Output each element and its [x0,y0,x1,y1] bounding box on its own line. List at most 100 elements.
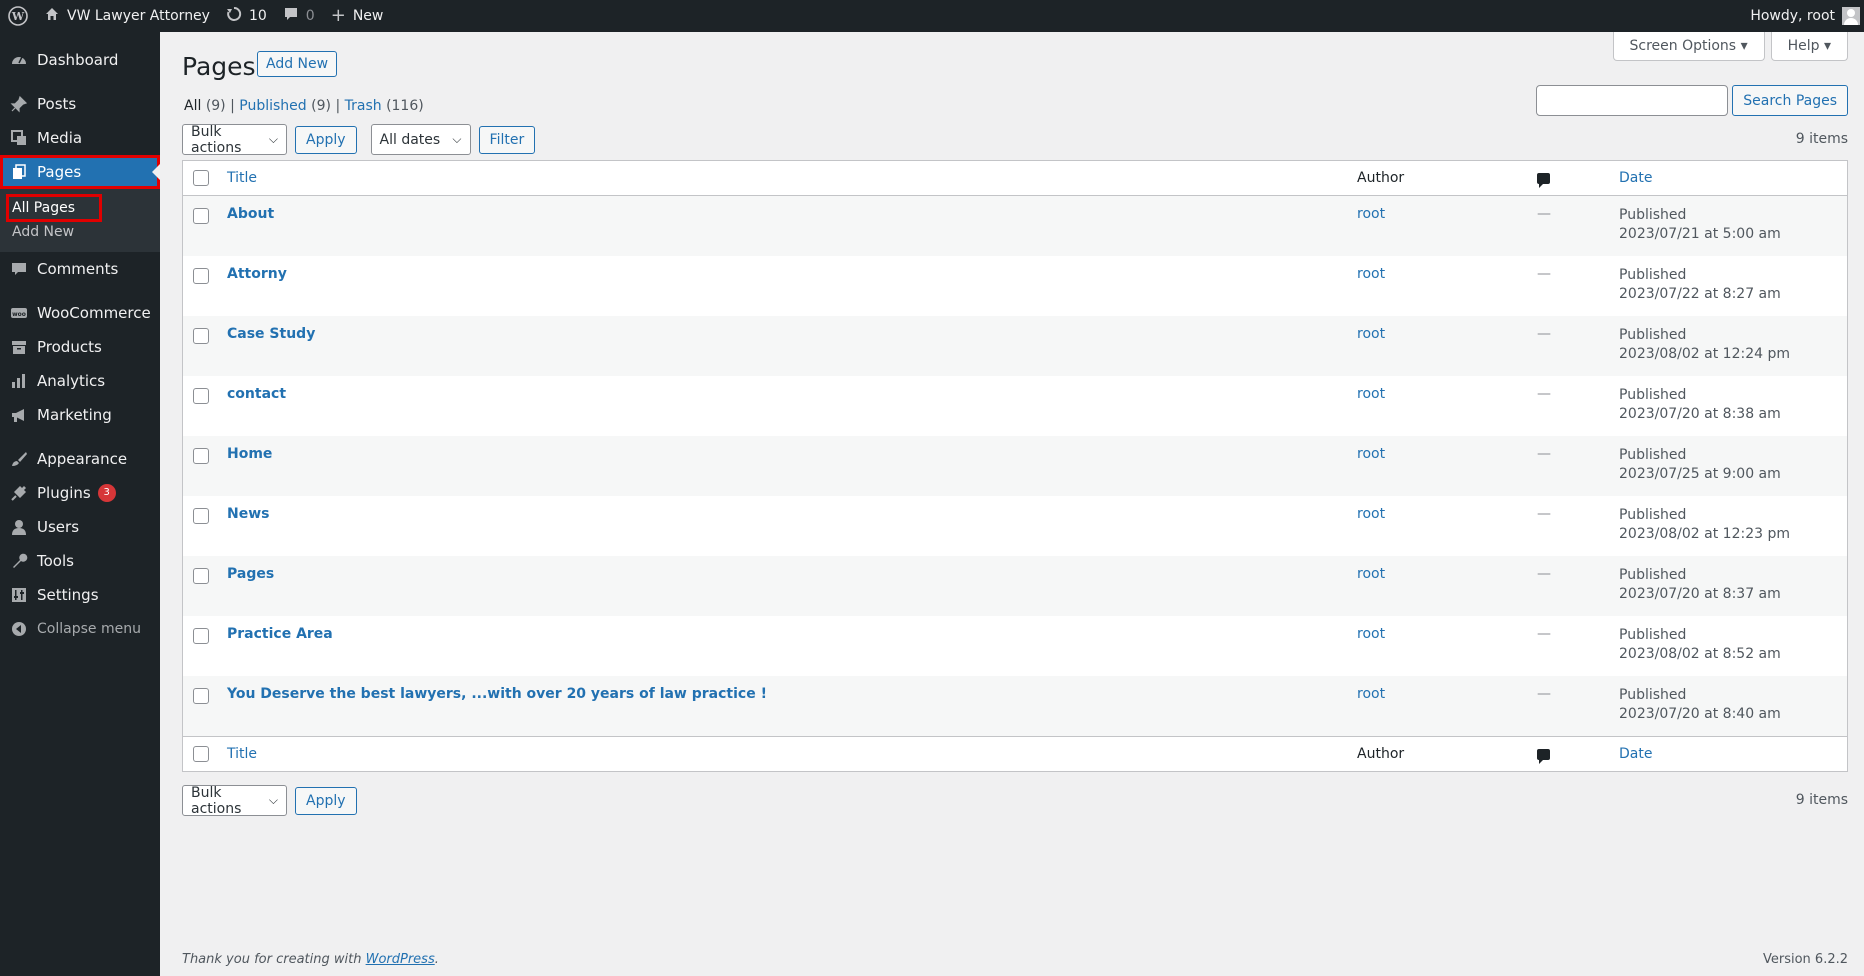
main-content: Screen Options ▾ Help ▾ Pages Add New Al… [160,32,1864,976]
page-title-link[interactable]: Pages [227,566,274,582]
submenu-all-pages[interactable]: All Pages [6,194,102,222]
updates-icon [226,6,242,26]
apply-button[interactable]: Apply [295,125,357,154]
row-checkbox[interactable] [193,208,209,224]
comments-link[interactable]: 0 [275,0,323,32]
sidebar-item-comments[interactable]: Comments [0,252,160,286]
sidebar-item-users[interactable]: Users [0,510,160,544]
page-date: 2023/08/02 at 12:23 pm [1619,526,1790,542]
row-checkbox[interactable] [193,688,209,704]
author-link[interactable]: root [1357,566,1385,582]
collapse-menu-label: Collapse menu [37,621,141,637]
bulk-actions-select-bottom[interactable]: Bulk actions ⌵ [182,785,287,817]
wordpress-link[interactable]: WordPress [366,952,435,967]
filter-published-link[interactable]: Published (9) [239,98,331,114]
row-checkbox[interactable] [193,328,209,344]
filter-all-link[interactable]: All (9) [184,98,226,114]
page-title-link[interactable]: Attorny [227,266,287,282]
title-column-footer[interactable]: Title [227,746,257,762]
plugins-update-badge: 3 [97,484,116,502]
add-new-page-button[interactable]: Add New [257,51,338,77]
my-account-link[interactable]: Howdy, root [1742,0,1864,32]
sidebar-item-tools[interactable]: Tools [0,544,160,578]
sidebar-item-settings[interactable]: Settings [0,578,160,612]
sidebar-item-appearance[interactable]: Appearance [0,442,160,476]
paintbrush-icon [9,449,29,469]
author-link[interactable]: root [1357,506,1385,522]
howdy-text: Howdy, root [1750,8,1835,24]
screen-options-button[interactable]: Screen Options ▾ [1612,32,1765,61]
bulk-actions-value: Bulk actions [191,123,242,156]
filter-trash-link[interactable]: Trash (116) [345,98,424,114]
help-button[interactable]: Help ▾ [1770,32,1848,61]
sidebar-item-woocommerce[interactable]: woo WooCommerce [0,296,160,330]
table-header-row: Title Author Date [183,161,1847,196]
chevron-down-icon: ⌵ [268,132,278,146]
collapse-arrow-icon [9,619,29,639]
title-column-header[interactable]: Title [227,170,257,186]
pushpin-icon [9,94,29,114]
page-title-link[interactable]: Case Study [227,326,315,342]
search-pages-button[interactable]: Search Pages [1732,85,1848,116]
dates-filter-select[interactable]: All dates ⌵ [370,124,471,155]
author-link[interactable]: root [1357,266,1385,282]
author-link[interactable]: root [1357,446,1385,462]
collapse-menu-button[interactable]: Collapse menu [0,612,160,646]
updates-count: 10 [248,8,267,24]
author-link[interactable]: root [1357,326,1385,342]
sidebar-item-label: Appearance [37,450,128,468]
plug-icon [9,483,29,503]
page-status: Published [1619,387,1687,403]
wordpress-logo-icon[interactable]: W [0,0,36,32]
row-checkbox[interactable] [193,568,209,584]
author-link[interactable]: root [1357,626,1385,642]
date-column-header[interactable]: Date [1619,170,1652,186]
search-input[interactable] [1536,85,1729,116]
author-column-header: Author [1357,170,1405,186]
sidebar-item-posts[interactable]: Posts [0,87,160,121]
page-title-link[interactable]: About [227,206,274,222]
filter-all-label: All [184,98,202,114]
comments-column-icon[interactable] [1537,748,1550,764]
date-column-footer[interactable]: Date [1619,746,1652,762]
filter-button[interactable]: Filter [478,125,536,154]
author-link[interactable]: root [1357,686,1385,702]
page-title-link[interactable]: News [227,506,269,522]
sidebar-item-plugins[interactable]: Plugins 3 [0,476,160,510]
page-title-link[interactable]: Home [227,446,272,462]
chevron-down-icon: ⌵ [268,793,278,807]
author-link[interactable]: root [1357,206,1385,222]
page-status: Published [1619,627,1687,643]
svg-text:W: W [11,10,25,23]
sidebar-item-analytics[interactable]: Analytics [0,364,160,398]
row-checkbox[interactable] [193,628,209,644]
apply-button-bottom[interactable]: Apply [295,786,357,815]
bulk-actions-select[interactable]: Bulk actions ⌵ [182,123,287,156]
select-all-checkbox-bottom[interactable] [193,746,209,762]
sidebar-item-marketing[interactable]: Marketing [0,398,160,432]
row-checkbox[interactable] [193,508,209,524]
row-checkbox[interactable] [193,388,209,404]
sidebar-item-pages[interactable]: Pages [0,155,160,189]
row-checkbox[interactable] [193,268,209,284]
updates-link[interactable]: 10 [218,0,275,32]
new-content-link[interactable]: + New [323,0,392,32]
site-name-link[interactable]: VW Lawyer Attorney [36,0,218,32]
comments-count: — [1537,626,1551,642]
page-title-link[interactable]: You Deserve the best lawyers, ...with ov… [227,686,767,702]
media-icon [9,128,29,148]
sidebar-item-products[interactable]: Products [0,330,160,364]
filter-published-count: (9) [311,98,331,114]
submenu-add-new[interactable]: Add New [0,220,160,244]
sidebar-item-media[interactable]: Media [0,121,160,155]
page-title: Pages [182,52,256,81]
comments-column-icon[interactable] [1537,172,1550,188]
home-icon [44,6,60,26]
author-link[interactable]: root [1357,386,1385,402]
page-title-link[interactable]: contact [227,386,286,402]
page-title-link[interactable]: Practice Area [227,626,333,642]
row-checkbox[interactable] [193,448,209,464]
select-all-checkbox[interactable] [193,170,209,186]
sidebar-item-dashboard[interactable]: Dashboard [0,43,160,77]
plus-icon: + [330,5,346,26]
